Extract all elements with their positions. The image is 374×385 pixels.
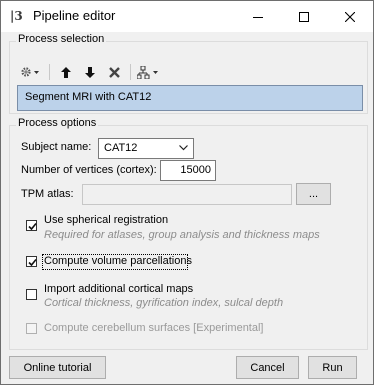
- maximize-button[interactable]: [281, 1, 327, 32]
- tree-icon: [137, 65, 158, 79]
- delete-process-button[interactable]: [102, 63, 126, 81]
- tpm-atlas-input[interactable]: [82, 184, 292, 205]
- selected-process-label: Segment MRI with CAT12: [25, 91, 152, 103]
- checkmark-icon: [28, 258, 37, 267]
- process-selection-label: Process selection: [16, 33, 107, 45]
- cortical-maps-label[interactable]: Import additional cortical maps: [44, 283, 193, 295]
- cancel-button[interactable]: Cancel: [236, 356, 299, 379]
- close-button[interactable]: [327, 1, 373, 32]
- title-bar[interactable]: |3 Pipeline editor: [1, 1, 373, 32]
- toolbar-separator: [130, 64, 131, 80]
- volume-parcellations-checkbox[interactable]: [26, 256, 37, 267]
- checkmark-icon: [28, 222, 37, 231]
- vertices-label: Number of vertices (cortex):: [21, 164, 157, 176]
- minimize-icon: [253, 16, 263, 18]
- tpm-browse-button[interactable]: ...: [296, 183, 331, 205]
- cerebellum-surfaces-checkbox: [26, 323, 37, 334]
- gear-menu-button[interactable]: [17, 63, 45, 81]
- cortical-maps-desc: Cortical thickness, gyrification index, …: [44, 297, 284, 309]
- delete-x-icon: [108, 66, 120, 78]
- process-options-label: Process options: [16, 117, 99, 129]
- process-toolbar: [17, 63, 163, 81]
- vertices-input[interactable]: 15000: [160, 160, 216, 181]
- subject-name-label: Subject name:: [21, 141, 92, 153]
- window-title: Pipeline editor: [33, 8, 116, 23]
- process-list-item[interactable]: Segment MRI with CAT12: [17, 85, 363, 111]
- pipeline-menu-button[interactable]: [135, 63, 163, 81]
- close-icon: [345, 11, 355, 22]
- spherical-registration-checkbox[interactable]: [26, 220, 37, 231]
- gear-icon: [21, 67, 39, 77]
- tpm-atlas-label: TPM atlas:: [21, 188, 74, 200]
- cortical-maps-checkbox[interactable]: [26, 289, 37, 300]
- arrow-up-icon: [61, 66, 71, 78]
- spherical-registration-desc: Required for atlases, group analysis and…: [44, 229, 320, 241]
- brainstorm-icon: |3: [10, 9, 23, 23]
- maximize-icon: [299, 11, 309, 22]
- process-selection-group: Process selection Segment MRI with CAT12: [9, 33, 368, 114]
- arrow-down-icon: [85, 66, 95, 78]
- online-tutorial-button[interactable]: Online tutorial: [9, 356, 106, 379]
- subject-name-value: CAT12: [104, 142, 138, 154]
- vertices-value: 15000: [180, 164, 211, 176]
- run-button[interactable]: Run: [308, 356, 357, 379]
- pipeline-editor-window: |3 Pipeline editor Process selection Seg…: [0, 0, 374, 385]
- chevron-down-icon: [179, 145, 188, 151]
- volume-parcellations-label[interactable]: Compute volume parcellations: [44, 255, 192, 267]
- move-down-button[interactable]: [78, 63, 102, 81]
- subject-name-select[interactable]: CAT12: [98, 138, 194, 159]
- toolbar-separator: [49, 64, 50, 80]
- minimize-button[interactable]: [235, 1, 281, 32]
- cerebellum-surfaces-label: Compute cerebellum surfaces [Experimenta…: [44, 322, 264, 334]
- move-up-button[interactable]: [54, 63, 78, 81]
- spherical-registration-label[interactable]: Use spherical registration: [44, 214, 168, 226]
